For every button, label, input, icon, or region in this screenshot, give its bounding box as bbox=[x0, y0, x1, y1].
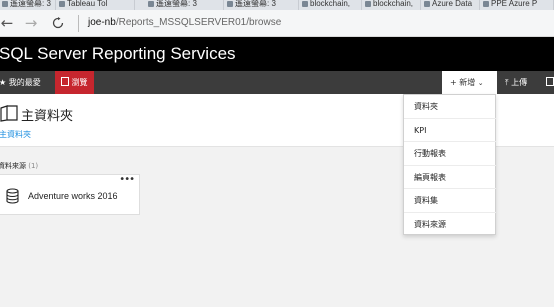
data-source-name: Adventure works 2016 bbox=[28, 191, 118, 201]
menu-item-paginated-report[interactable]: 編頁報表 bbox=[404, 166, 496, 189]
forward-arrow-icon[interactable]: → bbox=[22, 14, 40, 32]
browser-address-bar: ← → joe-nb/Reports_MSSQLSERVER01/browse bbox=[0, 10, 554, 37]
breadcrumb[interactable]: 主資料夾 bbox=[0, 129, 31, 140]
tab-favicon-icon bbox=[59, 1, 65, 7]
back-arrow-icon[interactable]: ← bbox=[0, 14, 16, 32]
ellipsis-icon[interactable]: ••• bbox=[119, 175, 135, 185]
upload-label: 上傳 bbox=[511, 78, 528, 87]
menu-item-kpi[interactable]: KPI bbox=[404, 119, 496, 142]
browser-tab[interactable]: 遙遠螢幕: 3 bbox=[146, 0, 224, 10]
app-header: SQL Server Reporting Services bbox=[0, 37, 554, 71]
browser-tab-label: 遙遠螢幕: 3 bbox=[156, 0, 197, 8]
upload-icon: ⤒ bbox=[505, 78, 509, 87]
url-path: /Reports_MSSQLSERVER01/browse bbox=[115, 17, 282, 28]
section-label: 資料來源 bbox=[0, 162, 26, 170]
browse-button[interactable]: 瀏覽 bbox=[55, 71, 94, 94]
browser-tab[interactable]: blockchain, bbox=[363, 0, 421, 10]
browser-tab[interactable]: PPE Azure P bbox=[481, 0, 554, 10]
folder-icon bbox=[0, 105, 18, 122]
page-title: 主資料夾 bbox=[21, 109, 74, 124]
browser-tab-strip: 遙遠螢幕: 3 Tableau Tol 遙遠螢幕: 3 遙遠螢幕: 3 bloc… bbox=[0, 0, 554, 10]
browser-tab[interactable]: 遙遠螢幕: 3 bbox=[225, 0, 299, 10]
star-icon: ★ bbox=[0, 78, 7, 87]
address-divider bbox=[78, 15, 79, 32]
plus-icon: + bbox=[450, 78, 457, 87]
data-source-tile[interactable]: ••• Adventure works 2016 bbox=[0, 174, 140, 215]
toolbar: ★ 我的最愛 瀏覽 + 新增 ⌄ ⤒ 上傳 bbox=[0, 71, 554, 94]
tab-favicon-icon bbox=[148, 1, 154, 7]
browser-tab-label: 遙遠螢幕: 3 bbox=[235, 0, 276, 8]
menu-item-dataset[interactable]: 資料集 bbox=[404, 189, 496, 213]
browse-label: 瀏覽 bbox=[71, 78, 88, 87]
browser-tab[interactable]: Azure Data bbox=[422, 0, 480, 10]
database-icon bbox=[6, 188, 19, 204]
tab-favicon-icon bbox=[483, 1, 489, 7]
section-header-data-sources: 資料來源 (1) bbox=[0, 161, 38, 171]
tab-favicon-icon bbox=[302, 1, 308, 7]
upload-button[interactable]: ⤒ 上傳 bbox=[505, 71, 527, 94]
favorites-button[interactable]: ★ 我的最愛 bbox=[0, 71, 41, 94]
section-count: (1) bbox=[28, 162, 39, 170]
url-host: joe-nb bbox=[88, 17, 116, 28]
refresh-icon[interactable] bbox=[49, 14, 67, 32]
app-brand[interactable]: SQL Server Reporting Services bbox=[0, 44, 236, 64]
menu-item-mobile-report[interactable]: 行動報表 bbox=[404, 142, 496, 166]
browser-tab-label: blockchain, bbox=[373, 0, 414, 8]
menu-item-folder[interactable]: 資料夾 bbox=[404, 95, 496, 119]
new-button[interactable]: + 新增 ⌄ bbox=[442, 71, 497, 94]
url-field[interactable]: joe-nb/Reports_MSSQLSERVER01/browse bbox=[88, 17, 281, 28]
tab-favicon-icon bbox=[365, 1, 371, 7]
tab-favicon-icon bbox=[2, 1, 8, 7]
tab-favicon-icon bbox=[227, 1, 233, 7]
tab-favicon-icon bbox=[424, 1, 430, 7]
chevron-down-icon: ⌄ bbox=[477, 79, 484, 87]
new-label: 新增 bbox=[459, 78, 476, 87]
new-dropdown-menu: 資料夾 KPI 行動報表 編頁報表 資料集 資料來源 bbox=[403, 94, 496, 235]
browser-tab[interactable]: Tableau Tol bbox=[57, 0, 135, 10]
more-toolbar-icon[interactable] bbox=[546, 71, 554, 94]
browse-icon bbox=[61, 77, 72, 87]
browser-tab-label: blockchain, bbox=[310, 0, 351, 8]
browser-tab-label: Azure Data bbox=[432, 0, 473, 8]
browser-tab-label: Tableau Tol bbox=[67, 0, 108, 8]
favorites-label: 我的最愛 bbox=[8, 78, 41, 87]
browser-tab-label: PPE Azure P bbox=[491, 0, 538, 8]
browser-tab-label: 遙遠螢幕: 3 bbox=[10, 0, 51, 8]
browser-tab[interactable]: 遙遠螢幕: 3 bbox=[0, 0, 56, 10]
browser-tab[interactable]: blockchain, bbox=[300, 0, 362, 10]
menu-item-data-source[interactable]: 資料來源 bbox=[404, 213, 496, 237]
